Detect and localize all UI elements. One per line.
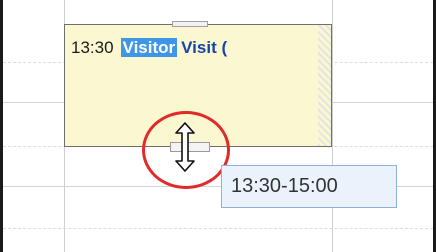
half-hour-line (3, 228, 433, 229)
vertical-resize-cursor-icon (175, 122, 195, 172)
time-range-tooltip: 13:30-15:00 (221, 165, 397, 208)
event-edge-stripe (318, 25, 331, 146)
calendar-left-border (0, 0, 3, 252)
event-top-drag-handle[interactable] (172, 21, 208, 27)
event-label: 13:30 Visitor Visit ( (71, 38, 227, 58)
event-title: Visit ( (181, 38, 228, 57)
time-range-text: 13:30-15:00 (231, 175, 338, 197)
day-column-divider (332, 0, 333, 252)
event-category-highlight: Visitor (120, 38, 178, 57)
event-start-time: 13:30 (71, 38, 114, 57)
